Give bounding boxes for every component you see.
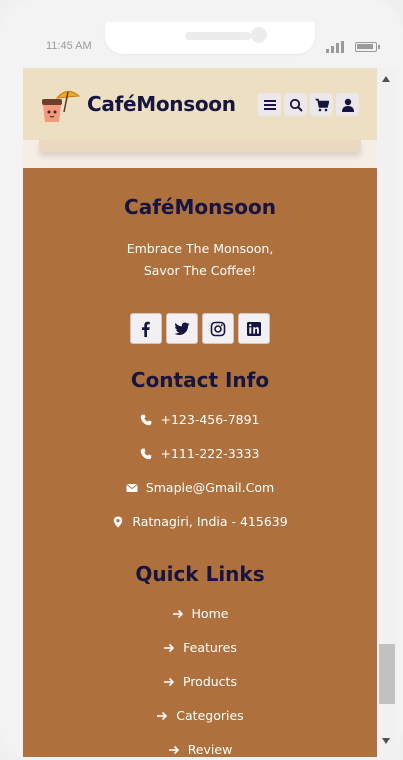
user-icon [341,98,354,112]
contact-email[interactable]: Smaple@Gmail.Com [23,480,377,495]
search-icon [289,98,303,112]
link-products-label: Products [183,674,237,689]
map-pin-icon [114,516,123,527]
contact-address[interactable]: Ratnagiri, India - 415639 [23,514,377,529]
envelope-icon [126,483,138,492]
link-review-label: Review [187,742,233,757]
cafe-logo-icon[interactable] [37,82,81,126]
link-review[interactable]: Review [23,742,377,757]
scrollbar[interactable] [377,68,397,757]
screen: CaféMonsoon CaféMonsoon Embrace The Mons… [23,68,377,757]
phone-1-text: +123-456-7891 [160,412,260,427]
link-home-label: Home [191,606,229,621]
status-time: 11:45 AM [46,40,92,52]
address-text: Ratnagiri, India - 415639 [132,514,288,529]
link-features-label: Features [183,640,237,655]
footer: CaféMonsoon Embrace The Monsoon, Savor T… [23,168,377,757]
contact-phone-1[interactable]: +123-456-7891 [23,412,377,427]
scrollbar-thumb[interactable] [379,644,395,704]
linkedin-icon [247,321,261,336]
social-links [130,313,270,344]
instagram-button[interactable] [202,313,234,344]
cart-icon [315,98,329,111]
battery-icon [355,42,380,52]
link-home[interactable]: Home [23,606,377,621]
navbar-shadow [39,140,361,152]
arrow-right-icon [168,745,179,754]
link-categories[interactable]: Categories [23,708,377,723]
user-button[interactable] [336,93,359,116]
menu-icon [263,99,276,110]
search-button[interactable] [284,93,307,116]
twitter-button[interactable] [166,313,198,344]
navbar: CaféMonsoon [23,68,377,140]
arrow-right-icon [172,609,183,618]
phone-icon [141,448,152,459]
footer-brand: CaféMonsoon [124,195,276,219]
arrow-right-icon [157,711,168,720]
contact-title: Contact Info [130,368,270,392]
camera [251,27,267,43]
brand-name[interactable]: CaféMonsoon [87,92,236,116]
linkedin-button[interactable] [238,313,270,344]
phone-2-text: +111-222-3333 [160,446,260,461]
signal-icon [326,41,346,53]
link-features[interactable]: Features [23,640,377,655]
link-products[interactable]: Products [23,674,377,689]
cart-button[interactable] [310,93,333,116]
arrow-right-icon [164,643,175,652]
phone-notch [105,22,315,54]
twitter-icon [174,322,190,335]
menu-button[interactable] [258,93,281,116]
link-categories-label: Categories [176,708,244,723]
arrow-right-icon [164,677,175,686]
scroll-up-arrow-icon[interactable] [382,76,390,82]
tagline-line-1: Embrace The Monsoon, [126,241,274,256]
scroll-down-arrow-icon[interactable] [382,738,390,744]
phone-icon [141,414,152,425]
instagram-icon [210,321,226,336]
facebook-icon [142,321,150,337]
email-text: Smaple@Gmail.Com [145,480,275,495]
facebook-button[interactable] [130,313,162,344]
contact-phone-2[interactable]: +111-222-3333 [23,446,377,461]
tagline-line-2: Savor The Coffee! [143,263,257,278]
nav-icons [258,93,359,116]
quick-links-title: Quick Links [135,562,265,586]
footer-tagline: Embrace The Monsoon, Savor The Coffee! [23,238,377,282]
speaker [185,32,251,40]
